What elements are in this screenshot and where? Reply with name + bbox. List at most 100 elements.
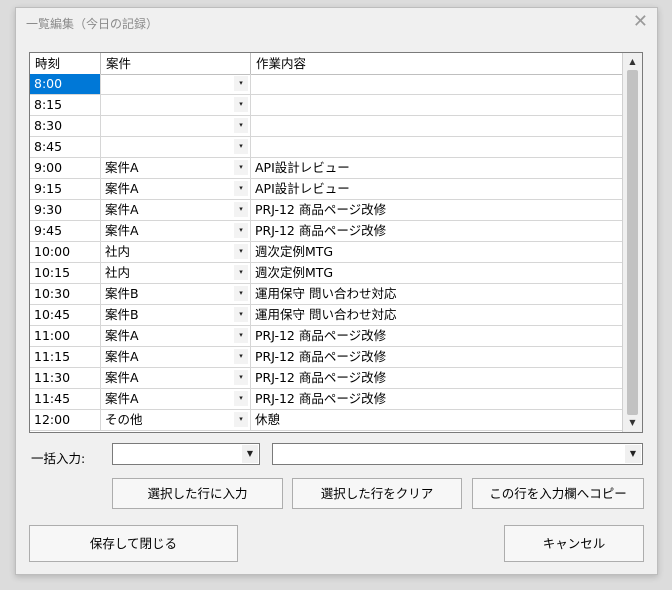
chevron-down-icon[interactable]: ▾ [234,139,248,154]
case-cell[interactable]: 社内 ▾ [101,263,251,283]
scrollbar-thumb[interactable] [627,70,638,415]
chevron-down-icon[interactable]: ▾ [234,118,248,133]
scroll-up-icon[interactable]: ▲ [625,55,640,69]
time-cell[interactable]: 11:45 [30,389,101,409]
chevron-down-icon[interactable]: ▼ [625,445,641,463]
case-cell[interactable]: 案件A ▾ [101,200,251,220]
copy-to-input-button[interactable]: この行を入力欄へコピー [472,478,644,509]
time-cell[interactable]: 8:00 [30,74,101,94]
time-cell[interactable]: 11:30 [30,368,101,388]
chevron-down-icon[interactable]: ▼ [242,445,258,463]
chevron-down-icon[interactable]: ▾ [234,391,248,406]
scroll-down-icon[interactable]: ▼ [625,416,640,430]
case-cell[interactable]: ▾ [101,74,251,94]
table-row[interactable]: 10:00 社内 ▾ 週次定例MTG [30,242,622,263]
case-cell[interactable]: 案件A ▾ [101,347,251,367]
chevron-down-icon[interactable]: ▾ [234,76,248,91]
chevron-down-icon[interactable]: ▾ [234,265,248,280]
table-row[interactable]: 8:30 ▾ [30,116,622,137]
header-case[interactable]: 案件 [101,53,251,74]
table-row[interactable]: 9:00 案件A ▾ API設計レビュー [30,158,622,179]
table-row[interactable]: 11:00 案件A ▾ PRJ-12 商品ページ改修 [30,326,622,347]
cancel-button[interactable]: キャンセル [504,525,644,562]
case-cell[interactable]: ▾ [101,95,251,115]
time-cell[interactable]: 9:30 [30,200,101,220]
time-cell[interactable]: 8:30 [30,116,101,136]
time-cell[interactable]: 10:15 [30,263,101,283]
work-cell[interactable]: 運用保守 問い合わせ対応 [251,305,622,325]
time-cell[interactable]: 12:00 [30,410,101,430]
chevron-down-icon[interactable]: ▾ [234,412,248,427]
table-row[interactable]: 8:00 ▾ [30,74,622,95]
chevron-down-icon[interactable]: ▾ [234,97,248,112]
vertical-scrollbar[interactable]: ▲ ▼ [622,53,642,432]
work-cell[interactable]: 休憩 [251,410,622,430]
apply-selected-button[interactable]: 選択した行に入力 [112,478,283,509]
case-cell[interactable]: ▾ [101,116,251,136]
table-row[interactable]: 11:15 案件A ▾ PRJ-12 商品ページ改修 [30,347,622,368]
case-cell[interactable]: 社内 ▾ [101,242,251,262]
case-cell[interactable]: 案件A ▾ [101,179,251,199]
case-cell[interactable]: 案件A ▾ [101,389,251,409]
chevron-down-icon[interactable]: ▾ [234,181,248,196]
work-cell[interactable] [251,116,622,136]
clear-selected-button[interactable]: 選択した行をクリア [292,478,462,509]
work-cell[interactable] [251,95,622,115]
work-cell[interactable]: PRJ-12 商品ページ改修 [251,221,622,241]
case-cell[interactable]: 案件A ▾ [101,326,251,346]
time-cell[interactable]: 8:45 [30,137,101,157]
chevron-down-icon[interactable]: ▾ [234,286,248,301]
time-cell[interactable]: 10:00 [30,242,101,262]
time-cell[interactable]: 11:15 [30,347,101,367]
work-cell[interactable]: PRJ-12 商品ページ改修 [251,326,622,346]
work-cell[interactable]: 週次定例MTG [251,263,622,283]
chevron-down-icon[interactable]: ▾ [234,202,248,217]
work-cell[interactable]: 運用保守 問い合わせ対応 [251,284,622,304]
case-cell[interactable]: 案件A ▾ [101,158,251,178]
case-cell[interactable]: 案件B ▾ [101,284,251,304]
table-row[interactable]: 10:45 案件B ▾ 運用保守 問い合わせ対応 [30,305,622,326]
time-cell[interactable]: 10:30 [30,284,101,304]
case-cell[interactable]: 案件B ▾ [101,305,251,325]
work-cell[interactable] [251,137,622,157]
time-cell[interactable]: 9:45 [30,221,101,241]
chevron-down-icon[interactable]: ▾ [234,244,248,259]
work-cell[interactable]: PRJ-12 商品ページ改修 [251,200,622,220]
table-row[interactable]: 9:15 案件A ▾ API設計レビュー [30,179,622,200]
chevron-down-icon[interactable]: ▾ [234,307,248,322]
work-cell[interactable]: API設計レビュー [251,179,622,199]
close-icon[interactable]: ✕ [633,11,648,33]
work-cell[interactable]: API設計レビュー [251,158,622,178]
bulk-case-combo[interactable]: ▼ [112,443,260,465]
bulk-work-combo[interactable]: ▼ [272,443,643,465]
table-row[interactable]: 9:30 案件A ▾ PRJ-12 商品ページ改修 [30,200,622,221]
case-cell[interactable]: その他 ▾ [101,410,251,430]
case-cell[interactable]: ▾ [101,137,251,157]
header-time[interactable]: 時刻 [30,53,101,74]
chevron-down-icon[interactable]: ▾ [234,370,248,385]
work-cell[interactable]: PRJ-12 商品ページ改修 [251,368,622,388]
table-row[interactable]: 10:15 社内 ▾ 週次定例MTG [30,263,622,284]
case-cell[interactable]: 案件A ▾ [101,221,251,241]
table-row[interactable]: 11:30 案件A ▾ PRJ-12 商品ページ改修 [30,368,622,389]
work-cell[interactable]: PRJ-12 商品ページ改修 [251,347,622,367]
time-cell[interactable]: 11:00 [30,326,101,346]
work-cell[interactable] [251,74,622,94]
table-row[interactable]: 10:30 案件B ▾ 運用保守 問い合わせ対応 [30,284,622,305]
table-row[interactable]: 8:15 ▾ [30,95,622,116]
table-row[interactable]: 12:00 その他 ▾ 休憩 [30,410,622,431]
save-close-button[interactable]: 保存して閉じる [29,525,238,562]
header-work[interactable]: 作業内容 [251,53,622,74]
time-cell[interactable]: 8:15 [30,95,101,115]
case-cell[interactable]: 案件A ▾ [101,368,251,388]
table-row[interactable]: 9:45 案件A ▾ PRJ-12 商品ページ改修 [30,221,622,242]
work-cell[interactable]: PRJ-12 商品ページ改修 [251,389,622,409]
table-row[interactable]: 11:45 案件A ▾ PRJ-12 商品ページ改修 [30,389,622,410]
time-cell[interactable]: 10:45 [30,305,101,325]
chevron-down-icon[interactable]: ▾ [234,160,248,175]
table-row[interactable]: 8:45 ▾ [30,137,622,158]
chevron-down-icon[interactable]: ▾ [234,223,248,238]
work-cell[interactable]: 週次定例MTG [251,242,622,262]
time-cell[interactable]: 9:15 [30,179,101,199]
time-cell[interactable]: 9:00 [30,158,101,178]
